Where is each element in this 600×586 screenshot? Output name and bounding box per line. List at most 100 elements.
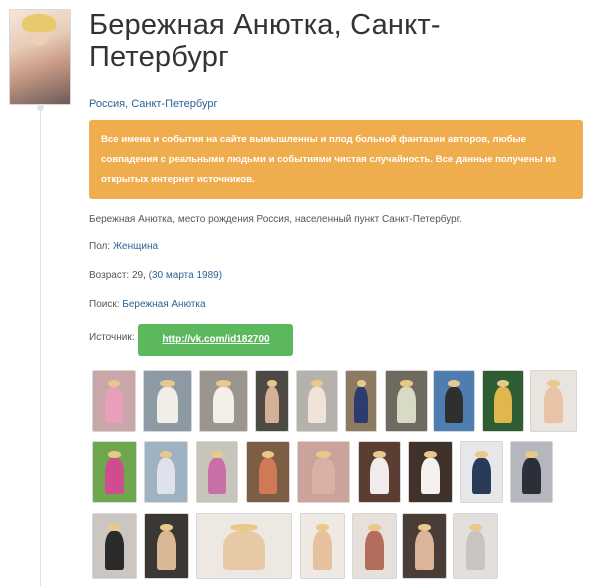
location-breadcrumb: Россия, Санкт-Петербург [89, 98, 594, 112]
photo-thumbnail[interactable] [345, 370, 377, 432]
photo-thumbnail[interactable] [199, 370, 248, 432]
photo-subject-body [543, 387, 564, 424]
page-title: Бережная Анютка, Санкт- Петербург [89, 9, 594, 73]
source-label: Источник: [89, 331, 135, 343]
search-name-link[interactable]: Бережная Анютка [122, 299, 205, 310]
photo-subject-body [354, 387, 368, 424]
photo-subject-body [397, 387, 416, 424]
avatar[interactable] [9, 9, 71, 105]
photo-subject-body [264, 387, 280, 424]
photo-subject-head [546, 380, 561, 388]
photo-subject-body [494, 387, 512, 424]
photo-subject-body [472, 458, 491, 495]
photo-thumbnail[interactable] [460, 441, 503, 503]
photo-subject-body [312, 458, 335, 495]
photo-subject-head [469, 523, 482, 532]
photo-thumbnail[interactable] [385, 370, 428, 432]
photo-thumbnail[interactable] [92, 441, 137, 503]
photo-subject-head [107, 380, 121, 388]
photo-thumbnail[interactable] [255, 370, 289, 432]
country-link[interactable]: Россия [89, 98, 125, 110]
photo-thumbnail[interactable] [196, 441, 238, 503]
profile-content: Бережная Анютка, Санкт- Петербург Россия… [89, 0, 594, 356]
photo-thumbnail[interactable] [144, 513, 189, 579]
source-row: Источник: http://vk.com/id182700 [89, 324, 594, 356]
birthdate-link[interactable]: (30 марта 1989) [149, 270, 222, 281]
photo-subject-head [108, 523, 121, 532]
photo-subject-head [311, 380, 323, 388]
photo-subject-body [157, 531, 176, 570]
photo-subject-body [421, 458, 440, 495]
gender-row: Пол: Женщина [89, 240, 594, 254]
photo-subject-head [315, 451, 332, 459]
photo-subject-body [445, 387, 463, 424]
photo-thumbnail[interactable] [144, 441, 188, 503]
photo-subject-head [475, 451, 488, 459]
photo-thumbnail[interactable] [143, 370, 192, 432]
photo-subject-head [229, 523, 259, 532]
photo-subject-body [157, 387, 178, 424]
photo-subject-body [208, 458, 226, 495]
photo-thumbnail[interactable] [433, 370, 475, 432]
photo-thumbnail[interactable] [358, 441, 401, 503]
age-row: Возраст: 29, (30 марта 1989) [89, 269, 594, 283]
photo-subject-head [211, 451, 223, 459]
photo-thumbnail[interactable] [482, 370, 524, 432]
photo-thumbnail[interactable] [297, 441, 350, 503]
source-link-button[interactable]: http://vk.com/id182700 [138, 324, 294, 356]
photo-subject-body [213, 387, 234, 424]
photo-subject-body [223, 531, 265, 570]
city-link[interactable]: Санкт-Петербург [131, 98, 217, 110]
profile-description: Бережная Анютка, место рождения Россия, … [89, 214, 462, 225]
photo-thumbnail[interactable] [92, 513, 137, 579]
photo-thumbnail[interactable] [300, 513, 345, 579]
photo-subject-head [267, 380, 277, 388]
photo-subject-body [258, 458, 278, 495]
photo-subject-body [313, 531, 332, 570]
photo-thumbnail[interactable] [402, 513, 447, 579]
page-title-line1: Бережная Анютка, Санкт- [89, 9, 441, 41]
timeline-line [40, 110, 41, 586]
photo-subject-head [424, 451, 437, 459]
disclaimer-alert: Все имена и события на сайте вымышленны … [89, 120, 583, 199]
photo-subject-head [497, 380, 509, 388]
photo-subject-head [160, 380, 175, 388]
photo-subject-head [418, 523, 431, 532]
photo-thumbnail[interactable] [510, 441, 553, 503]
gender-link[interactable]: Женщина [113, 241, 158, 252]
photo-thumbnail[interactable] [530, 370, 577, 432]
photo-subject-body [466, 531, 485, 570]
photo-thumbnail[interactable] [196, 513, 292, 579]
photo-subject-head [108, 451, 121, 459]
page-title-line2: Петербург [89, 41, 229, 73]
photo-subject-head [316, 523, 329, 532]
photo-subject-head [216, 380, 231, 388]
photo-subject-head [368, 523, 381, 532]
photo-thumbnail[interactable] [92, 370, 136, 432]
photo-thumbnail[interactable] [408, 441, 453, 503]
gender-label: Пол: [89, 241, 111, 252]
photo-subject-head [400, 380, 413, 388]
photo-subject-body [522, 458, 541, 495]
photo-subject-head [373, 451, 386, 459]
age-label: Возраст: 29, [89, 270, 146, 281]
photo-subject-body [308, 387, 326, 424]
photo-subject-head [356, 380, 366, 388]
photo-subject-body [415, 531, 434, 570]
photo-subject-head [525, 451, 538, 459]
photo-subject-head [159, 451, 173, 459]
photo-subject-body [104, 387, 124, 424]
search-row: Поиск: Бережная Анютка [89, 298, 594, 312]
photo-subject-body [105, 458, 124, 495]
photo-subject-head [261, 451, 275, 459]
photo-thumbnail[interactable] [246, 441, 290, 503]
photo-subject-body [105, 531, 124, 570]
search-label: Поиск: [89, 299, 120, 310]
photo-thumbnail[interactable] [453, 513, 498, 579]
left-rail [0, 0, 84, 586]
photo-subject-head [160, 523, 173, 532]
photo-subject-body [156, 458, 176, 495]
photo-subject-head [448, 380, 460, 388]
photo-thumbnail[interactable] [296, 370, 338, 432]
photo-thumbnail[interactable] [352, 513, 397, 579]
